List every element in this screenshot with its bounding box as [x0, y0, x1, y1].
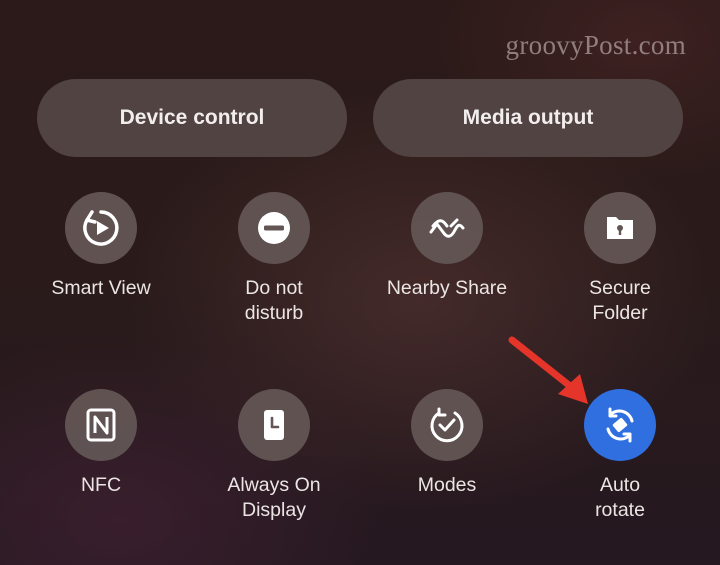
tile-label: Auto rotate: [595, 474, 645, 521]
watermark: groovyPost.com: [505, 30, 686, 60]
tile-label: Do not disturb: [244, 277, 304, 324]
tile-always-on-display[interactable]: Always On Display: [189, 389, 359, 523]
tile-smart-view[interactable]: Smart View: [16, 192, 186, 301]
tile-nearby-share[interactable]: Nearby Share: [362, 192, 532, 301]
device-control-button[interactable]: Device control: [37, 79, 347, 157]
always-on-display-icon: [238, 389, 310, 461]
tile-nfc[interactable]: NFC: [16, 389, 186, 498]
tile-label: Smart View: [51, 277, 151, 299]
tile-label: Secure Folder: [589, 277, 651, 324]
media-output-button[interactable]: Media output: [373, 79, 683, 157]
tile-label: Modes: [417, 474, 477, 496]
smart-view-icon: [65, 192, 137, 264]
nfc-icon: [65, 389, 137, 461]
tile-do-not-disturb[interactable]: Do not disturb: [189, 192, 359, 326]
tile-label: Nearby Share: [386, 277, 508, 299]
tile-label: Always On Display: [227, 474, 321, 521]
do-not-disturb-icon: [238, 192, 310, 264]
secure-folder-icon: [584, 192, 656, 264]
modes-icon: [411, 389, 483, 461]
tile-secure-folder[interactable]: Secure Folder: [535, 192, 705, 326]
annotation-arrow-icon: [508, 336, 588, 404]
nearby-share-icon: [411, 192, 483, 264]
tile-label: NFC: [80, 474, 122, 496]
